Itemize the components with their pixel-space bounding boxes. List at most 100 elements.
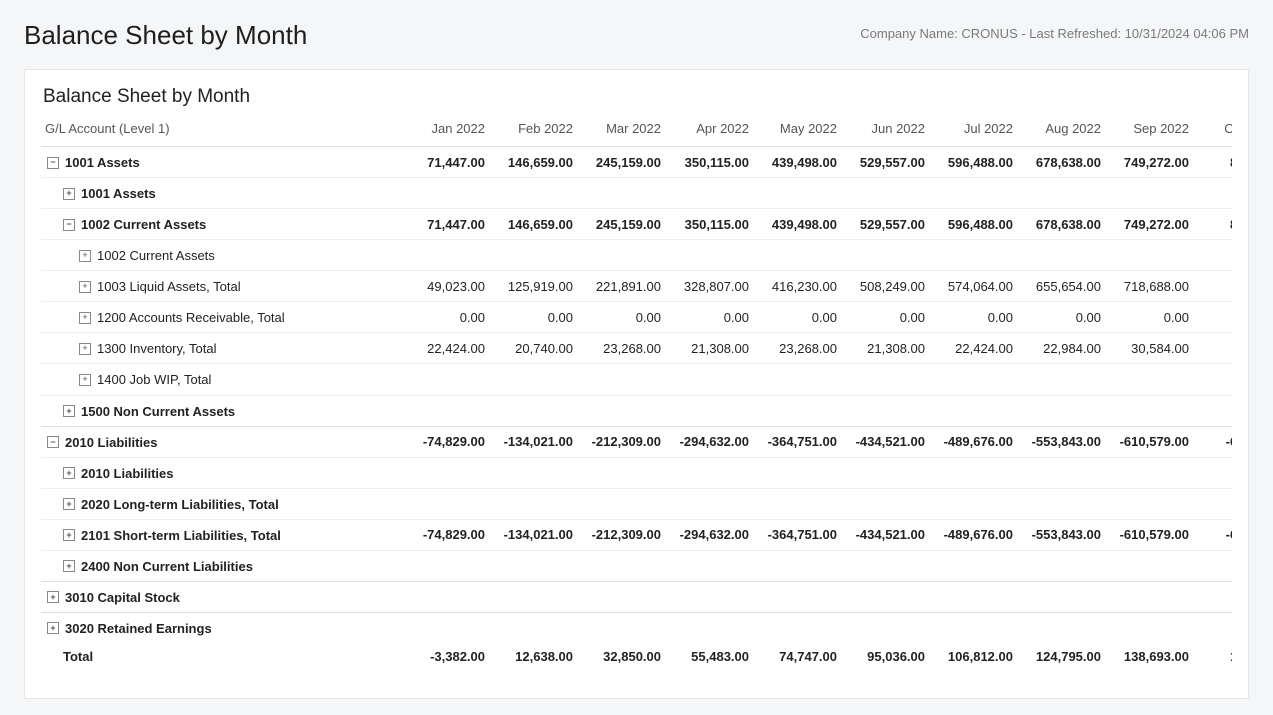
value-cell: 146,659.00 [489, 147, 577, 178]
value-cell: 125,919.00 [489, 271, 577, 302]
column-header-month[interactable]: Feb 2022 [489, 114, 577, 147]
table-row: −1001 Assets71,447.00146,659.00245,159.0… [41, 147, 1232, 178]
account-cell: −2010 Liabilities [41, 426, 401, 457]
value-cell: 22,984.00 [1017, 333, 1105, 364]
value-cell [401, 457, 489, 488]
value-cell: -74,829.00 [401, 426, 489, 457]
expand-icon[interactable]: + [79, 374, 91, 386]
column-header-month[interactable]: Oct 2022 [1193, 114, 1232, 147]
account-label: 1001 Assets [81, 186, 156, 201]
column-header-month[interactable]: May 2022 [753, 114, 841, 147]
collapse-icon[interactable]: − [63, 219, 75, 231]
account-cell: +1002 Current Assets [41, 240, 401, 271]
value-cell [577, 178, 665, 209]
value-cell [1017, 550, 1105, 581]
value-cell [1105, 581, 1193, 612]
value-cell [1105, 612, 1193, 643]
value-cell [929, 364, 1017, 395]
expand-icon[interactable]: + [79, 312, 91, 324]
value-cell [929, 581, 1017, 612]
value-cell: 0.00 [929, 302, 1017, 333]
value-cell [1105, 395, 1193, 426]
column-header-month[interactable]: Sep 2022 [1105, 114, 1193, 147]
value-cell [401, 550, 489, 581]
value-cell [1193, 364, 1232, 395]
expand-icon[interactable]: + [63, 188, 75, 200]
value-cell [489, 488, 577, 519]
value-cell [665, 581, 753, 612]
account-cell: +2010 Liabilities [41, 457, 401, 488]
expand-icon[interactable]: + [79, 250, 91, 262]
value-cell: 814,860 [1193, 147, 1232, 178]
value-cell: 32,26 [1193, 333, 1232, 364]
column-header-month[interactable]: Jan 2022 [401, 114, 489, 147]
value-cell [489, 457, 577, 488]
value-cell: -434,521.00 [841, 426, 929, 457]
value-cell [1193, 612, 1232, 643]
expand-icon[interactable]: + [47, 591, 59, 603]
collapse-icon[interactable]: − [47, 436, 59, 448]
value-cell: -134,021.00 [489, 426, 577, 457]
value-cell: 0.00 [753, 302, 841, 333]
value-cell: -610,579.00 [1105, 426, 1193, 457]
value-cell: 596,488.00 [929, 147, 1017, 178]
column-header-month[interactable]: Jul 2022 [929, 114, 1017, 147]
value-cell: -665,980 [1193, 519, 1232, 550]
expand-icon[interactable]: + [79, 343, 91, 355]
value-cell: 782,59 [1193, 271, 1232, 302]
value-cell [753, 550, 841, 581]
total-value-cell: 138,693.00 [1105, 642, 1193, 673]
value-cell [753, 457, 841, 488]
value-cell [753, 240, 841, 271]
value-cell: -553,843.00 [1017, 519, 1105, 550]
value-cell [1105, 178, 1193, 209]
value-cell [401, 488, 489, 519]
account-label: 2010 Liabilities [65, 435, 158, 450]
value-cell [577, 395, 665, 426]
value-cell [1193, 457, 1232, 488]
table-scroll[interactable]: G/L Account (Level 1)Jan 2022Feb 2022Mar… [41, 114, 1232, 672]
column-header-month[interactable]: Apr 2022 [665, 114, 753, 147]
expand-icon[interactable]: + [63, 529, 75, 541]
table-row: +2400 Non Current Liabilities [41, 550, 1232, 581]
value-cell [401, 395, 489, 426]
expand-icon[interactable]: + [63, 498, 75, 510]
table-row: −1002 Current Assets71,447.00146,659.002… [41, 209, 1232, 240]
value-cell: -553,843.00 [1017, 426, 1105, 457]
value-cell [841, 178, 929, 209]
account-label: 2101 Short-term Liabilities, Total [81, 528, 281, 543]
expand-icon[interactable]: + [63, 405, 75, 417]
account-cell: +1400 Job WIP, Total [41, 364, 401, 395]
value-cell [577, 550, 665, 581]
value-cell: 439,498.00 [753, 209, 841, 240]
column-header-month[interactable]: Aug 2022 [1017, 114, 1105, 147]
collapse-icon[interactable]: − [47, 157, 59, 169]
value-cell: 221,891.00 [577, 271, 665, 302]
value-cell: 439,498.00 [753, 147, 841, 178]
value-cell [841, 550, 929, 581]
value-cell [489, 178, 577, 209]
value-cell: 0.00 [1017, 302, 1105, 333]
account-cell: +1300 Inventory, Total [41, 333, 401, 364]
table-row: +1300 Inventory, Total22,424.0020,740.00… [41, 333, 1232, 364]
account-cell: +1200 Accounts Receivable, Total [41, 302, 401, 333]
value-cell [1193, 302, 1232, 333]
value-cell: 71,447.00 [401, 209, 489, 240]
value-cell: 0.00 [665, 302, 753, 333]
column-header-month[interactable]: Mar 2022 [577, 114, 665, 147]
expand-icon[interactable]: + [63, 467, 75, 479]
value-cell [401, 364, 489, 395]
value-cell [929, 612, 1017, 643]
value-cell: 245,159.00 [577, 209, 665, 240]
column-header-month[interactable]: Jun 2022 [841, 114, 929, 147]
value-cell: 749,272.00 [1105, 209, 1193, 240]
value-cell [1105, 240, 1193, 271]
expand-icon[interactable]: + [47, 622, 59, 634]
expand-icon[interactable]: + [63, 560, 75, 572]
value-cell: 0.00 [401, 302, 489, 333]
value-cell [1017, 457, 1105, 488]
value-cell [1017, 395, 1105, 426]
column-header-account[interactable]: G/L Account (Level 1) [41, 114, 401, 147]
expand-icon[interactable]: + [79, 281, 91, 293]
value-cell [929, 550, 1017, 581]
